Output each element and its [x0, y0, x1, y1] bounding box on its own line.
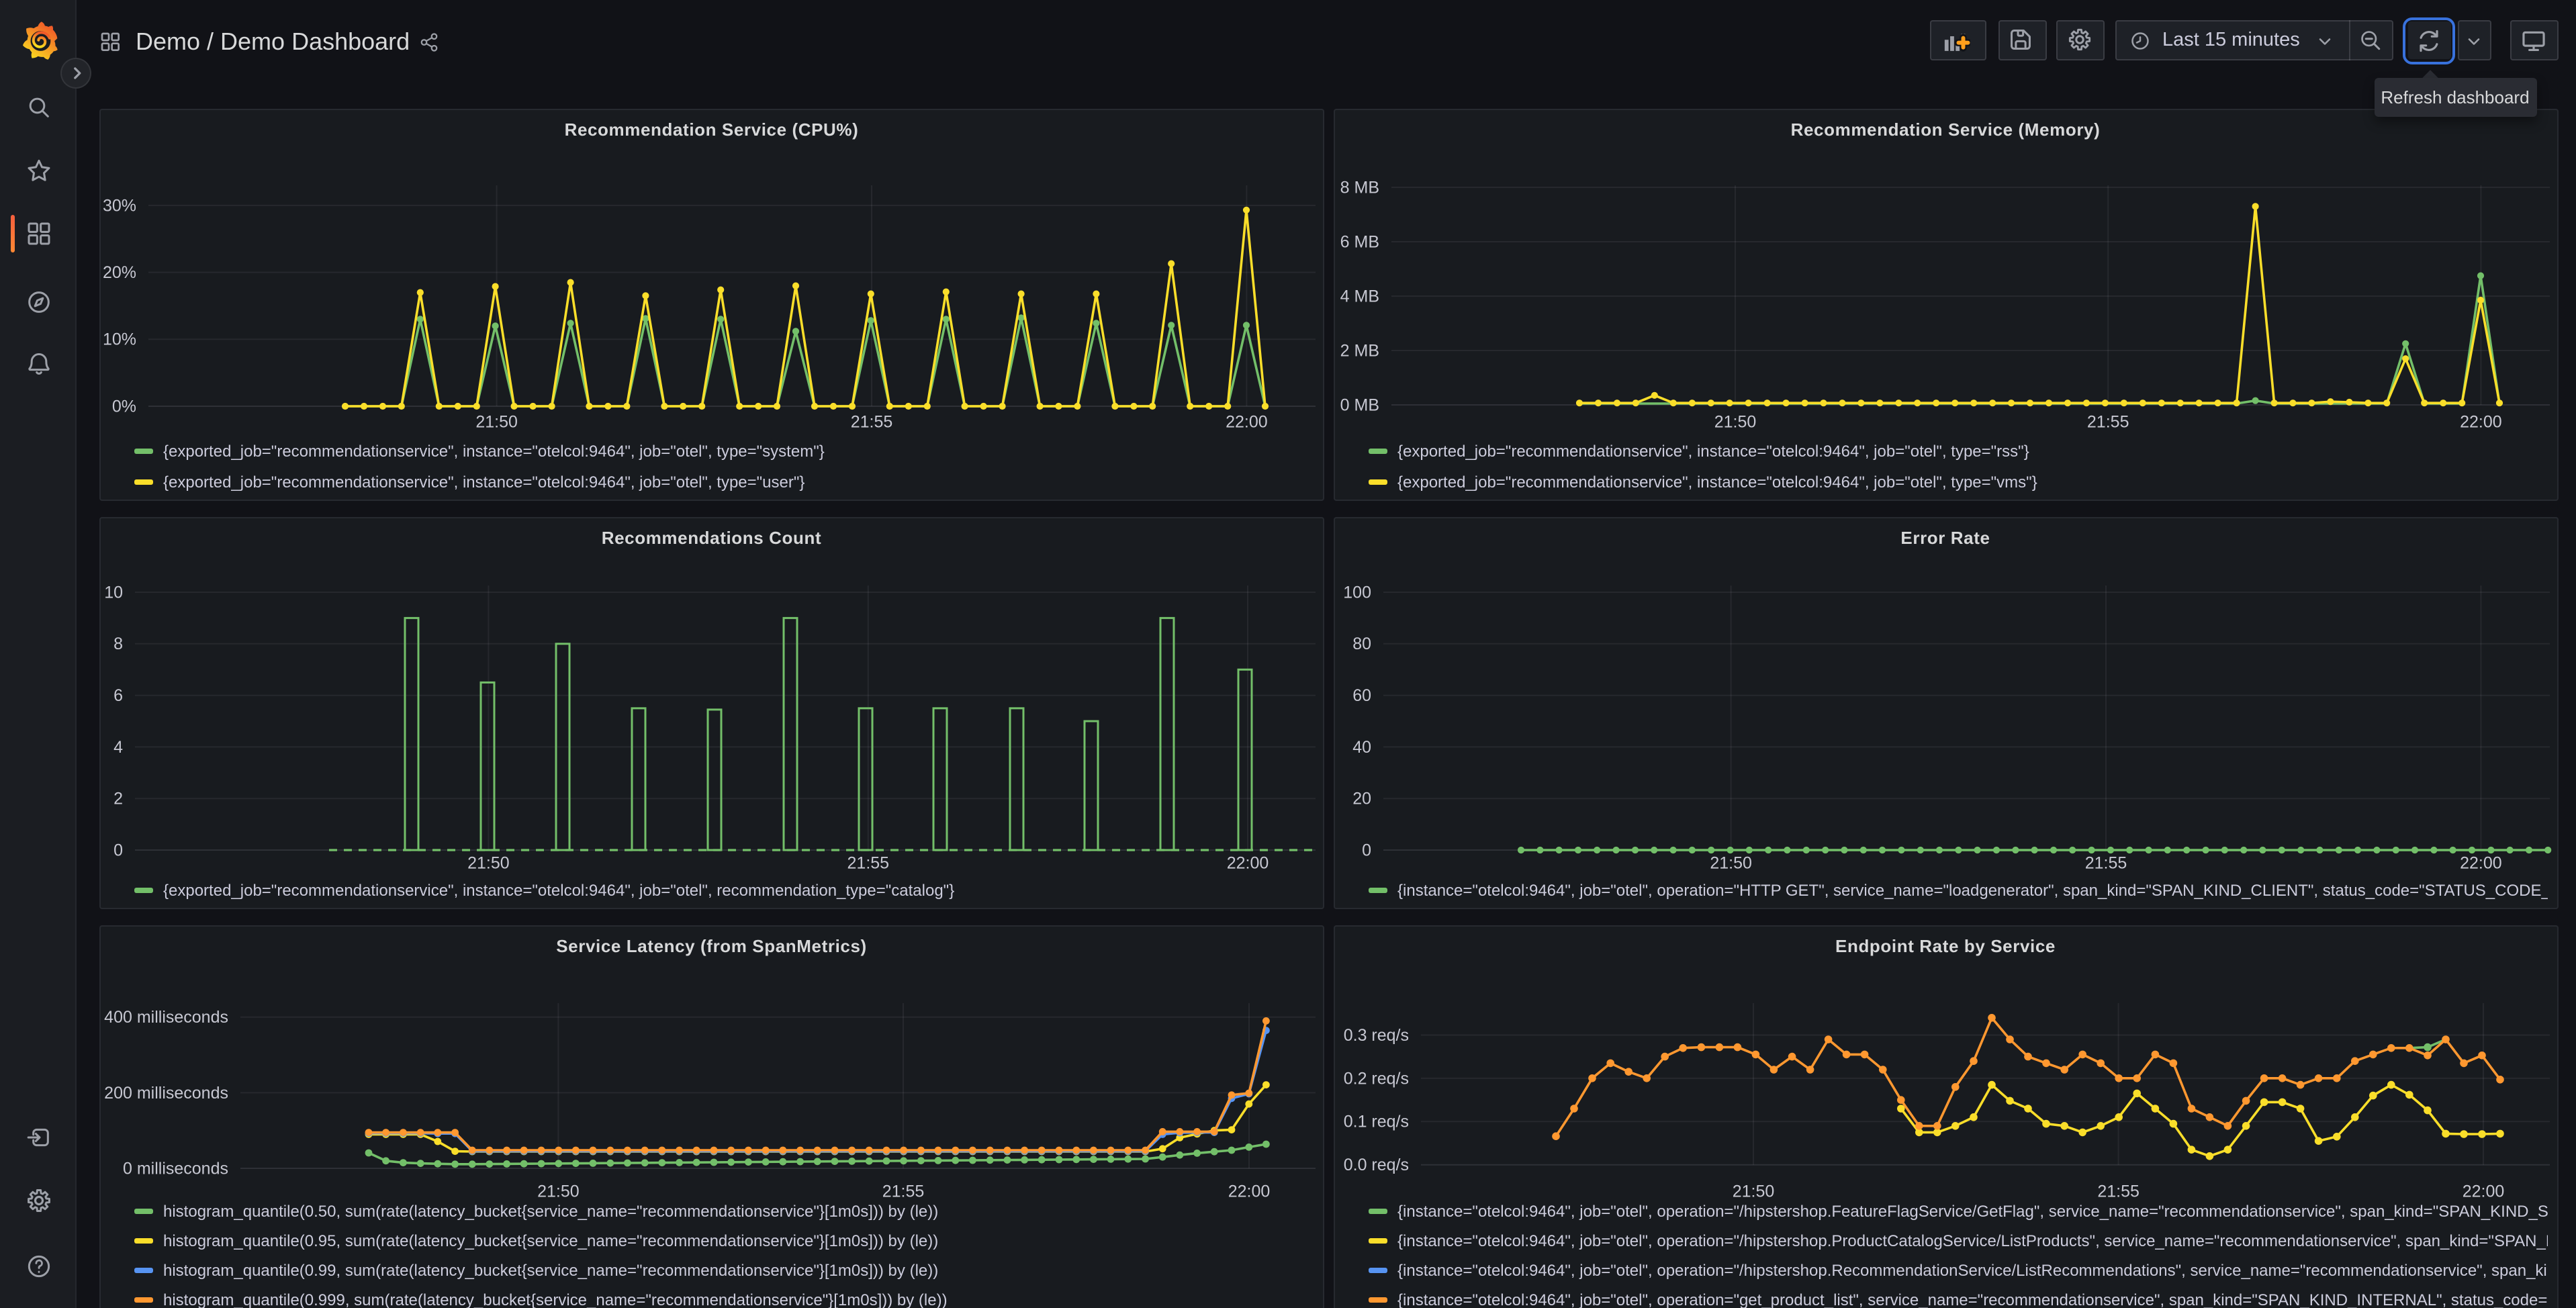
svg-text:21:55: 21:55 [2086, 412, 2129, 431]
svg-text:0%: 0% [111, 397, 136, 416]
svg-text:21:50: 21:50 [1709, 853, 1751, 872]
svg-text:21:50: 21:50 [475, 412, 517, 431]
svg-text:22:00: 22:00 [2459, 853, 2501, 872]
svg-text:8: 8 [113, 635, 122, 653]
svg-text:10%: 10% [102, 330, 136, 349]
svg-text:6 MB: 6 MB [1340, 232, 1379, 251]
svg-text:4 MB: 4 MB [1340, 287, 1379, 306]
svg-text:21:50: 21:50 [1714, 412, 1756, 431]
svg-text:20: 20 [1352, 790, 1371, 808]
svg-text:2 MB: 2 MB [1340, 341, 1379, 360]
svg-text:22:00: 22:00 [2459, 412, 2501, 431]
svg-text:0 MB: 0 MB [1340, 395, 1379, 414]
svg-text:0 milliseconds: 0 milliseconds [122, 1159, 228, 1178]
svg-text:21:55: 21:55 [2084, 853, 2127, 872]
svg-text:40: 40 [1352, 738, 1371, 757]
svg-text:100: 100 [1342, 583, 1371, 602]
svg-text:21:55: 21:55 [850, 412, 892, 431]
svg-text:0.3 req/s: 0.3 req/s [1343, 1026, 1408, 1045]
svg-text:80: 80 [1352, 635, 1371, 653]
svg-text:22:00: 22:00 [1226, 853, 1269, 872]
svg-text:0.1 req/s: 0.1 req/s [1343, 1113, 1408, 1131]
svg-text:30%: 30% [102, 196, 136, 215]
svg-text:400 milliseconds: 400 milliseconds [103, 1008, 228, 1027]
svg-text:0.0 req/s: 0.0 req/s [1343, 1156, 1408, 1174]
svg-text:6: 6 [113, 686, 122, 705]
svg-text:2: 2 [113, 790, 122, 808]
svg-text:22:00: 22:00 [1225, 412, 1267, 431]
svg-text:0: 0 [1361, 841, 1371, 859]
svg-text:4: 4 [113, 738, 122, 757]
svg-text:8 MB: 8 MB [1340, 178, 1379, 197]
svg-text:0: 0 [113, 841, 122, 859]
svg-text:10: 10 [103, 583, 122, 602]
svg-text:60: 60 [1352, 686, 1371, 705]
svg-text:21:50: 21:50 [467, 853, 509, 872]
svg-text:20%: 20% [102, 263, 136, 282]
svg-text:21:55: 21:55 [847, 853, 889, 872]
svg-text:0.2 req/s: 0.2 req/s [1343, 1069, 1408, 1088]
svg-text:200 milliseconds: 200 milliseconds [103, 1084, 228, 1103]
